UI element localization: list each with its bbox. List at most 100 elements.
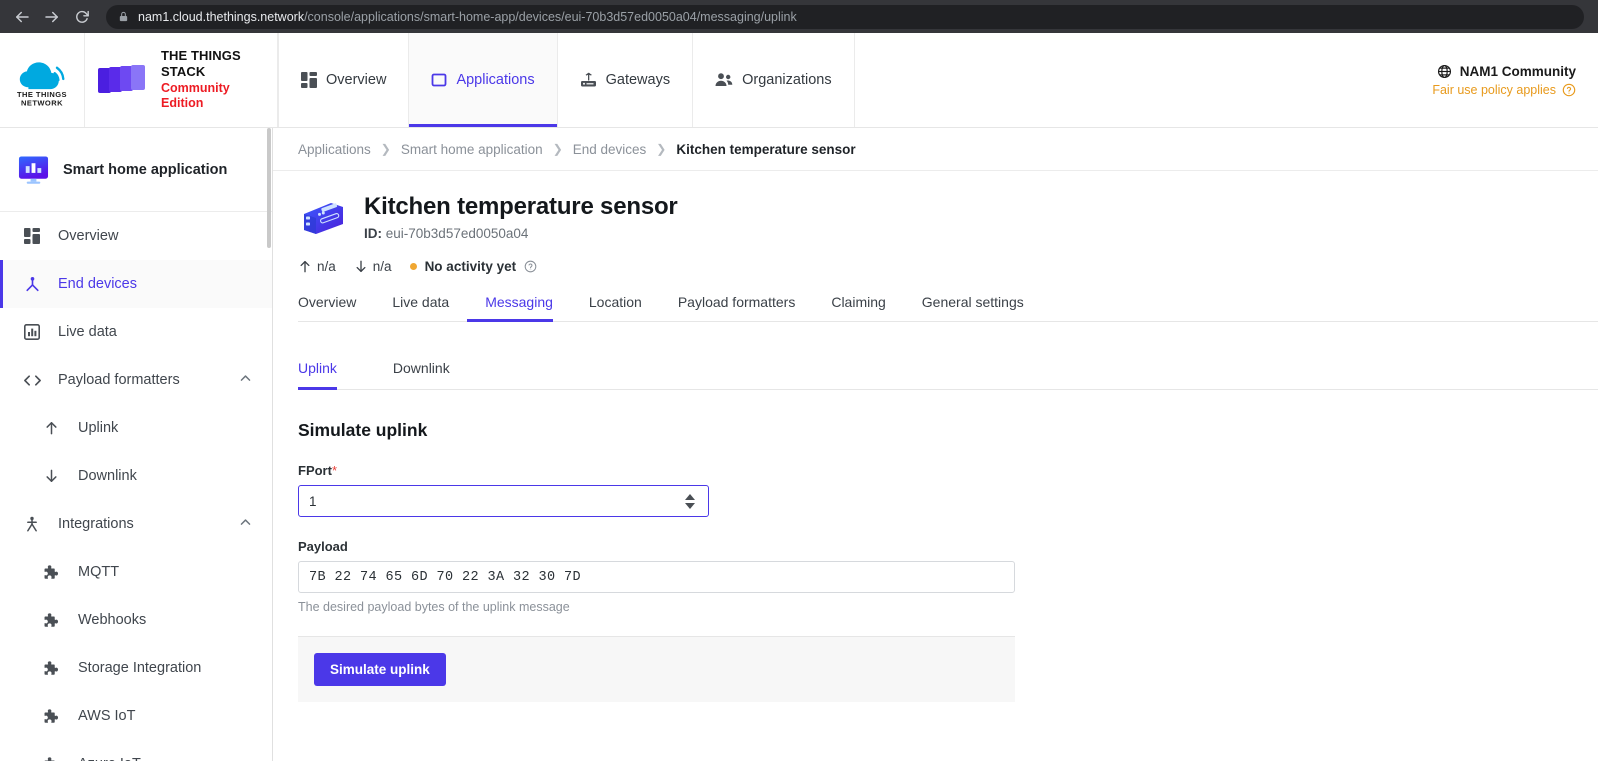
question-circle-icon[interactable] [524,260,537,273]
sidebar-item-mqtt[interactable]: MQTT [0,548,272,596]
fport-field-group: FPort* [298,463,1598,517]
tab-live-data[interactable]: Live data [374,294,467,321]
main-navigation: Overview Applications Gateways Organizat… [278,33,855,127]
question-circle-icon[interactable] [1562,83,1576,97]
sidebar-item-live-data[interactable]: Live data [0,308,272,356]
things-stack-logo[interactable]: THE THINGS STACK Community Edition [85,33,278,127]
page-body: Smart home application Overview End devi… [0,128,1598,761]
breadcrumb-item-end-devices[interactable]: End devices [573,142,647,157]
sidebar-app-header[interactable]: Smart home application [0,128,272,212]
globe-icon [1437,64,1452,79]
required-asterisk: * [331,463,338,478]
breadcrumb-item-current: Kitchen temperature sensor [676,141,856,157]
tab-general-settings[interactable]: General settings [904,294,1042,321]
end-device-icon [22,276,42,293]
uplink-value: n/a [317,259,336,274]
device-id-value: eui-70b3d57ed0050a04 [385,226,529,241]
stepper-down-icon[interactable] [685,502,695,509]
tab-payload-formatters[interactable]: Payload formatters [660,294,814,321]
puzzle-icon [40,564,62,581]
live-data-icon [22,324,42,340]
section-title: Simulate uplink [298,420,428,440]
uplink-count: n/a [298,259,336,274]
sidebar-label-aws-iot: AWS IoT [78,708,136,724]
code-icon [22,373,42,388]
grid-icon [301,72,317,88]
arrow-up-icon [298,259,312,274]
breadcrumb: Applications ❯ Smart home application ❯ … [273,128,1598,171]
nav-item-gateways[interactable]: Gateways [558,33,694,127]
back-icon[interactable] [8,3,36,31]
integrations-icon [22,516,42,533]
subtab-uplink[interactable]: Uplink [298,352,371,390]
form-footer: Simulate uplink [298,636,1015,702]
device-id: ID: eui-70b3d57ed0050a04 [364,226,678,241]
payload-hint: The desired payload bytes of the uplink … [298,600,570,614]
nav-item-applications[interactable]: Applications [409,33,558,127]
nav-label-applications: Applications [456,72,535,88]
tab-location[interactable]: Location [571,294,660,321]
lock-icon [118,10,129,23]
puzzle-icon [40,708,62,725]
chevron-right-icon: ❯ [380,142,391,156]
sidebar-item-aws-iot[interactable]: AWS IoT [0,692,272,740]
sidebar-item-storage-integration[interactable]: Storage Integration [0,644,272,692]
nav-label-gateways: Gateways [605,72,671,88]
nav-item-overview[interactable]: Overview [278,33,410,127]
nav-item-organizations[interactable]: Organizations [693,33,855,127]
forward-icon[interactable] [38,3,66,31]
puzzle-icon [40,612,62,629]
reload-icon[interactable] [68,3,96,31]
chevron-right-icon: ❯ [552,142,563,156]
status-label: No activity yet [424,259,517,274]
sidebar-label-downlink: Downlink [78,468,137,484]
device-header: Kitchen temperature sensor ID: eui-70b3d… [298,193,1598,241]
sidebar-item-azure-iot[interactable]: Azure IoT [0,740,272,761]
cluster-indicator[interactable]: NAM1 Community [1437,64,1576,79]
status-badge: No activity yet [409,259,538,274]
sidebar-item-uplink[interactable]: Uplink [0,404,272,452]
stack-logo-subtitle: Community Edition [161,80,230,111]
sidebar-item-payload-formatters[interactable]: Payload formatters [0,356,272,404]
sidebar-item-integrations[interactable]: Integrations [0,500,272,548]
tab-overview[interactable]: Overview [298,294,374,321]
address-bar[interactable]: nam1.cloud.thethings.network/console/app… [106,4,1584,29]
sidebar-item-downlink[interactable]: Downlink [0,452,272,500]
sidebar-label-mqtt: MQTT [78,564,120,580]
sidebar-app-name: Smart home application [63,161,228,178]
tab-messaging[interactable]: Messaging [467,294,571,322]
simulate-uplink-button[interactable]: Simulate uplink [314,653,446,686]
tab-claiming[interactable]: Claiming [813,294,903,321]
fport-label-text: FPort [298,463,332,478]
sidebar-item-webhooks[interactable]: Webhooks [0,596,272,644]
breadcrumb-item-applications[interactable]: Applications [298,142,371,157]
fport-label: FPort* [298,463,1598,478]
sidebar-label-integrations: Integrations [58,516,134,532]
downlink-count: n/a [354,259,392,274]
sidebar-item-end-devices[interactable]: End devices [0,260,272,308]
subtab-downlink[interactable]: Downlink [371,352,472,389]
sidebar-item-overview[interactable]: Overview [0,212,272,260]
page-title: Kitchen temperature sensor [364,193,678,220]
stack-logo-title: THE THINGS STACK [161,48,241,80]
sidebar-label-payload-formatters: Payload formatters [58,372,180,388]
fport-input[interactable] [298,485,709,517]
chevron-up-icon[interactable] [239,516,252,533]
grid-icon [22,228,42,244]
status-dot-icon [409,263,417,270]
payload-input[interactable] [298,561,1015,593]
stepper-up-icon[interactable] [685,493,695,500]
chevron-up-icon[interactable] [239,372,252,389]
fair-use-policy[interactable]: Fair use policy applies [1432,83,1576,97]
sidebar-scrollbar[interactable] [267,128,271,248]
puzzle-icon [40,660,62,677]
breadcrumb-item-smart-home-application[interactable]: Smart home application [401,142,543,157]
nav-label-overview: Overview [326,72,387,88]
payload-label: Payload [298,539,348,554]
sidebar: Smart home application Overview End devi… [0,128,273,761]
arrow-up-icon [40,420,62,436]
application-icon [431,72,447,88]
fport-stepper[interactable] [679,490,701,512]
sidebar-label-end-devices: End devices [58,276,137,292]
ttn-logo[interactable]: THE THINGS NETWORK [0,33,85,127]
